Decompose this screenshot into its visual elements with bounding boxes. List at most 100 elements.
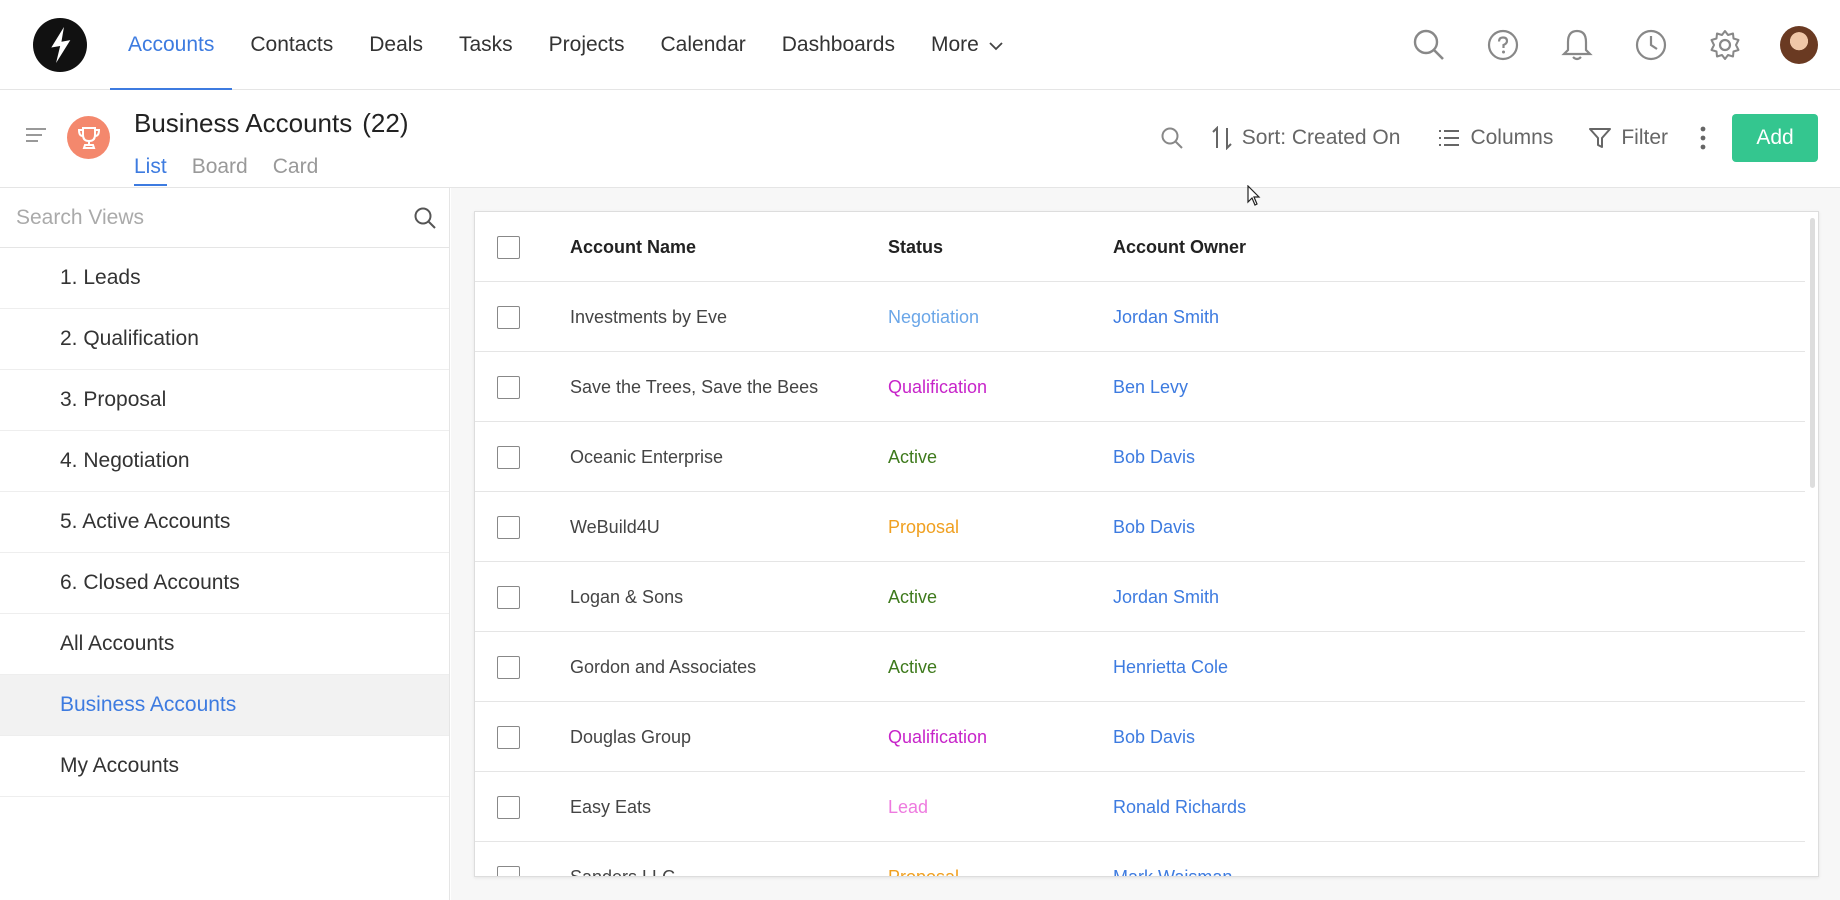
columns-label: Columns <box>1470 126 1554 149</box>
nav-contacts[interactable]: Contacts <box>232 0 351 90</box>
tab-card[interactable]: Card <box>273 155 319 186</box>
row-checkbox[interactable] <box>497 562 521 632</box>
account-owner-link[interactable]: Ben Levy <box>1113 352 1188 422</box>
status-label: Proposal <box>888 516 960 537</box>
account-name[interactable]: Easy Eats <box>570 772 651 842</box>
sort-icon <box>1211 126 1232 150</box>
main-content: Account Name Status Account Owner Invest… <box>451 188 1840 900</box>
account-name[interactable]: Sanders LLC <box>570 842 675 877</box>
row-checkbox[interactable] <box>497 352 521 422</box>
account-name[interactable]: Gordon and Associates <box>570 632 756 702</box>
table-row[interactable]: Sanders LLC Proposal Mark Waisman <box>475 842 1805 877</box>
sidebar-item-qualification[interactable]: 2. Qualification <box>0 309 449 370</box>
nav-more-label: More <box>930 33 979 56</box>
sort-label: Sort: Created On <box>1241 126 1401 149</box>
bolt-logo-icon <box>51 27 71 63</box>
clock-icon[interactable] <box>1614 0 1688 90</box>
status-label: Proposal <box>888 866 960 877</box>
table-row[interactable]: Logan & Sons Active Jordan Smith <box>475 562 1805 632</box>
account-owner-link[interactable]: Jordan Smith <box>1113 562 1219 632</box>
top-icon-group <box>1392 0 1840 90</box>
bell-icon[interactable] <box>1540 0 1614 90</box>
account-name[interactable]: WeBuild4U <box>570 492 660 562</box>
account-owner-link[interactable]: Jordan Smith <box>1113 282 1219 352</box>
row-checkbox[interactable] <box>497 282 521 352</box>
nav-projects[interactable]: Projects <box>531 0 643 90</box>
account-owner-link[interactable]: Bob Davis <box>1113 422 1195 492</box>
account-owner-link[interactable]: Bob Davis <box>1113 492 1195 562</box>
search-icon[interactable] <box>413 206 437 235</box>
columns-button[interactable]: Columns <box>1438 126 1553 150</box>
app-logo[interactable] <box>33 18 87 72</box>
sidebar-item-closed-accounts[interactable]: 6. Closed Accounts <box>0 553 449 614</box>
menu-icon[interactable] <box>26 128 48 146</box>
columns-icon <box>1439 130 1460 146</box>
sidebar-item-negotiation[interactable]: 4. Negotiation <box>0 431 449 492</box>
nav-dashboards[interactable]: Dashboards <box>764 0 913 90</box>
nav-deals[interactable]: Deals <box>351 0 441 90</box>
more-options-icon[interactable] <box>1700 126 1706 150</box>
table-header-row: Account Name Status Account Owner <box>475 212 1805 282</box>
sidebar-item-all-accounts[interactable]: All Accounts <box>0 614 449 675</box>
row-checkbox[interactable] <box>497 842 521 876</box>
status-label: Lead <box>888 796 929 817</box>
add-button[interactable]: Add <box>1732 114 1818 162</box>
row-checkbox[interactable] <box>497 632 521 702</box>
column-header-account-name[interactable]: Account Name <box>570 212 696 282</box>
tab-list[interactable]: List <box>134 155 167 186</box>
status-label: Active <box>888 586 938 607</box>
column-header-status[interactable]: Status <box>888 212 943 282</box>
nav-tasks[interactable]: Tasks <box>441 0 531 90</box>
table-scrollbar[interactable] <box>1810 218 1815 488</box>
table-row[interactable]: WeBuild4U Proposal Bob Davis <box>475 492 1805 562</box>
column-header-account-owner[interactable]: Account Owner <box>1113 212 1246 282</box>
account-owner-link[interactable]: Henrietta Cole <box>1113 632 1228 702</box>
account-owner-link[interactable]: Ronald Richards <box>1113 772 1246 842</box>
views-sidebar: 1. Leads 2. Qualification 3. Proposal 4.… <box>0 188 450 900</box>
nav-more[interactable]: More <box>913 0 1021 90</box>
sidebar-item-business-accounts[interactable]: Business Accounts <box>0 675 449 736</box>
table-row[interactable]: Save the Trees, Save the Bees Qualificat… <box>475 352 1805 422</box>
page-header: Business Accounts (22) List Board Card So… <box>0 90 1840 188</box>
row-checkbox[interactable] <box>497 422 521 492</box>
sidebar-item-proposal[interactable]: 3. Proposal <box>0 370 449 431</box>
table-row[interactable]: Easy Eats Lead Ronald Richards <box>475 772 1805 842</box>
sidebar-item-my-accounts[interactable]: My Accounts <box>0 736 449 797</box>
select-all-checkbox[interactable] <box>497 212 521 282</box>
status-label: Negotiation <box>888 306 980 327</box>
chevron-down-icon <box>989 33 1003 57</box>
row-checkbox[interactable] <box>497 772 521 842</box>
tab-board[interactable]: Board <box>192 155 248 186</box>
sidebar-item-leads[interactable]: 1. Leads <box>0 248 449 309</box>
list-search-icon[interactable] <box>1160 126 1184 150</box>
search-icon[interactable] <box>1392 0 1466 90</box>
status-label: Active <box>888 446 938 467</box>
account-owner-link[interactable]: Mark Waisman <box>1113 842 1232 877</box>
account-name[interactable]: Investments by Eve <box>570 282 727 352</box>
table-row[interactable]: Gordon and Associates Active Henrietta C… <box>475 632 1805 702</box>
account-name[interactable]: Oceanic Enterprise <box>570 422 723 492</box>
table-row[interactable]: Investments by Eve Negotiation Jordan Sm… <box>475 282 1805 352</box>
account-name[interactable]: Save the Trees, Save the Bees <box>570 352 818 422</box>
sidebar-item-active-accounts[interactable]: 5. Active Accounts <box>0 492 449 553</box>
gear-icon[interactable] <box>1688 0 1762 90</box>
row-checkbox[interactable] <box>497 492 521 562</box>
avatar[interactable] <box>1780 26 1818 64</box>
help-icon[interactable] <box>1466 0 1540 90</box>
accounts-table: Account Name Status Account Owner Invest… <box>474 211 1819 877</box>
nav-accounts[interactable]: Accounts <box>110 0 233 91</box>
table-row[interactable]: Douglas Group Qualification Bob Davis <box>475 702 1805 772</box>
filter-button[interactable]: Filter <box>1589 126 1668 150</box>
status-label: Qualification <box>888 376 988 397</box>
filter-label: Filter <box>1621 126 1668 149</box>
page-title-text: Business Accounts <box>134 108 353 138</box>
account-name[interactable]: Logan & Sons <box>570 562 683 632</box>
account-name[interactable]: Douglas Group <box>570 702 691 772</box>
search-views-input[interactable] <box>16 202 396 234</box>
account-owner-link[interactable]: Bob Davis <box>1113 702 1195 772</box>
table-row[interactable]: Oceanic Enterprise Active Bob Davis <box>475 422 1805 492</box>
sort-button[interactable]: Sort: Created On <box>1211 126 1401 150</box>
nav-calendar[interactable]: Calendar <box>643 0 764 90</box>
top-navigation-bar: Accounts Contacts Deals Tasks Projects C… <box>0 0 1840 91</box>
row-checkbox[interactable] <box>497 702 521 772</box>
